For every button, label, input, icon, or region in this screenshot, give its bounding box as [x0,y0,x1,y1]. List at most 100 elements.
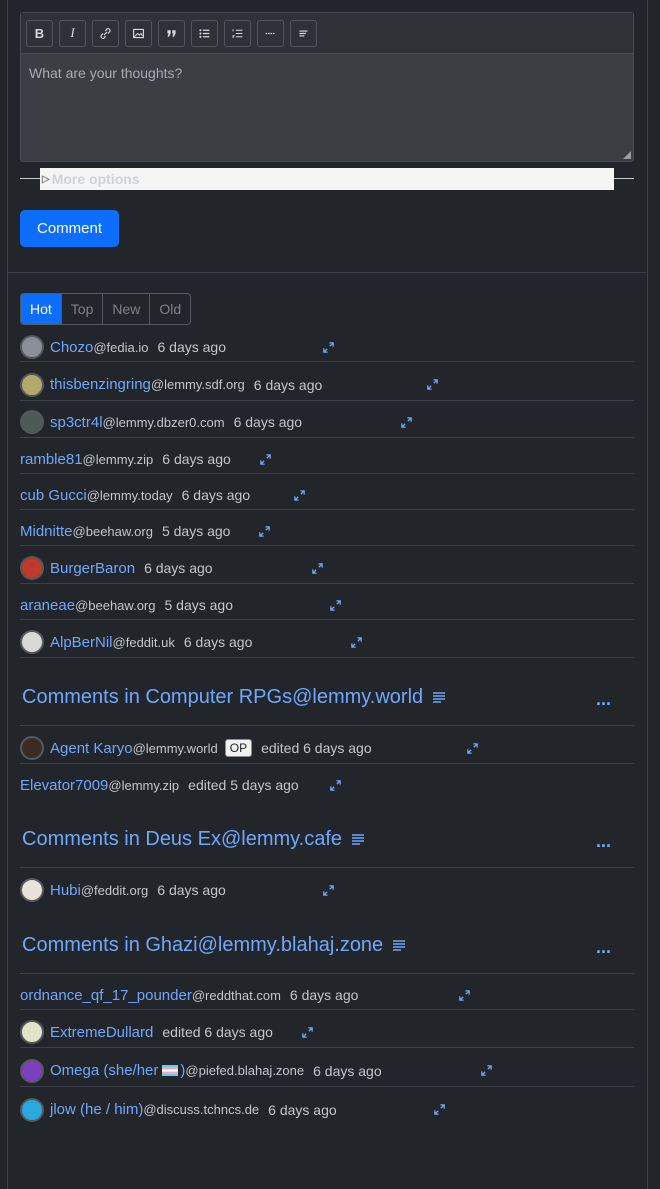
more-actions-icon[interactable]: ... [596,831,611,852]
user-instance: @beehaw.org [72,523,153,539]
comment-timestamp[interactable]: 6 days ago [157,882,226,898]
avatar[interactable] [20,630,44,654]
comment-timestamp[interactable]: edited 6 days ago [162,1024,273,1040]
username-link[interactable]: Elevator7009 [20,777,108,794]
left-align-icon[interactable] [290,19,317,47]
comment-timestamp[interactable]: 6 days ago [144,560,213,576]
username-link[interactable]: araneae [20,597,75,614]
avatar[interactable] [20,410,44,434]
expand-icon[interactable] [301,1026,314,1039]
user-instance: @reddthat.com [191,987,281,1003]
comment-timestamp[interactable]: 5 days ago [164,597,233,613]
community-group-title[interactable]: Comments in Computer RPGs@lemmy.world [22,686,423,709]
more-actions-icon[interactable]: ... [596,689,611,710]
comment-timestamp[interactable]: 6 days ago [184,634,253,650]
image-icon[interactable] [125,19,152,47]
username-link[interactable]: cub Gucci [20,487,87,504]
comment-timestamp[interactable]: 6 days ago [313,1063,382,1079]
comment-timestamp[interactable]: 6 days ago [157,339,226,355]
avatar[interactable] [20,372,44,397]
comment-textarea[interactable]: What are your thoughts? [21,54,633,92]
comment-button[interactable]: Comment [20,210,119,247]
user-instance: @lemmy.world [132,740,218,756]
user-instance: @lemmy.dbzer0.com [102,414,225,430]
group-divider [20,973,634,974]
comment-row: Agent Karyo @lemmy.world OP edited 6 days a… [20,733,634,764]
comment-timestamp[interactable]: 5 days ago [162,523,231,539]
username-link[interactable]: Chozo [50,339,93,356]
username-link[interactable]: Omega (she/her [50,1062,158,1079]
comment-row: cub Gucci @lemmy.today 6 days ago [20,481,634,510]
user-instance: @lemmy.zip [82,451,154,467]
text-lines-icon [393,940,406,951]
resize-handle[interactable] [623,151,631,159]
bold-icon[interactable]: B [26,19,53,47]
expand-icon[interactable] [350,636,363,649]
expand-icon[interactable] [311,562,324,575]
more-options-toggle[interactable]: ▷ More options [40,168,614,190]
avatar[interactable] [20,556,44,580]
comment-row: Elevator7009 @lemmy.zip edited 5 days ago [20,771,634,799]
comment-timestamp[interactable]: edited 6 days ago [261,740,372,756]
expand-icon[interactable] [400,416,413,429]
numbered-list-icon[interactable] [224,19,251,47]
sort-tab-top[interactable]: Top [60,294,103,324]
sort-tab-hot[interactable]: Hot [21,294,61,324]
comment-timestamp[interactable]: 6 days ago [268,1102,337,1118]
user-instance: @feddit.org [80,882,149,898]
expand-icon[interactable] [329,779,342,792]
community-group-header: Comments in Computer RPGs@lemmy.world... [22,675,634,719]
expand-icon[interactable] [433,1103,446,1116]
username-link[interactable]: Hubi [50,882,81,899]
username-link[interactable]: AlpBerNil [50,634,113,651]
comment-timestamp[interactable]: 6 days ago [290,987,359,1003]
comment-timestamp[interactable]: 6 days ago [182,487,251,503]
expand-icon[interactable] [322,341,335,354]
section-divider [8,272,646,273]
link-icon[interactable] [92,19,119,47]
username-link[interactable]: thisbenzingring [50,376,151,393]
comment-row: Hubi @feddit.org 6 days ago [20,875,634,905]
expand-icon[interactable] [258,525,271,538]
horizontal-rule-icon[interactable] [257,19,284,47]
comment-timestamp[interactable]: 6 days ago [162,451,231,467]
expand-icon[interactable] [466,742,479,755]
community-group-title[interactable]: Comments in Ghazi@lemmy.blahaj.zone [22,934,383,957]
avatar[interactable] [20,878,44,902]
comment-timestamp[interactable]: 6 days ago [234,414,303,430]
italic-icon[interactable]: I [59,19,86,47]
avatar[interactable] [20,1097,44,1122]
avatar[interactable] [20,335,44,359]
avatar[interactable] [20,1058,44,1083]
sort-tab-new[interactable]: New [102,294,149,324]
sort-tab-old[interactable]: Old [149,294,190,324]
comment-row: AlpBerNil @feddit.uk 6 days ago [20,627,634,658]
community-group-title[interactable]: Comments in Deus Ex@lemmy.cafe [22,828,342,851]
username-link[interactable]: BurgerBaron [50,560,135,577]
expand-icon[interactable] [293,489,306,502]
username-link[interactable]: ramble81 [20,451,83,468]
expand-icon[interactable] [322,884,335,897]
username-link[interactable]: Agent Karyo [50,740,133,757]
quote-icon[interactable] [158,19,185,47]
more-actions-icon[interactable]: ... [596,937,611,958]
username-link[interactable]: sp3ctr4l [50,414,103,431]
avatar[interactable] [20,1020,44,1044]
expand-icon[interactable] [329,599,342,612]
comment-timestamp[interactable]: 6 days ago [254,377,323,393]
expand-icon[interactable] [426,378,439,391]
username-link[interactable]: jlow (he / him) [50,1101,143,1118]
avatar[interactable] [20,736,44,760]
comment-row: Midnitte @beehaw.org 5 days ago [20,517,634,546]
user-instance: @discuss.tchncs.de [143,1102,260,1117]
bullet-list-icon[interactable] [191,19,218,47]
username-link[interactable]: ExtremeDullard [50,1024,153,1041]
expand-icon[interactable] [259,453,272,466]
username-link[interactable]: ordnance_qf_17_pounder [20,987,192,1004]
community-group-header: Comments in Deus Ex@lemmy.cafe... [22,817,634,861]
expand-icon[interactable] [480,1064,493,1077]
comment-row: Chozo @fedia.io 6 days ago [20,333,634,362]
comment-timestamp[interactable]: edited 5 days ago [188,777,299,793]
username-link[interactable]: Midnitte [20,523,73,540]
expand-icon[interactable] [458,989,471,1002]
